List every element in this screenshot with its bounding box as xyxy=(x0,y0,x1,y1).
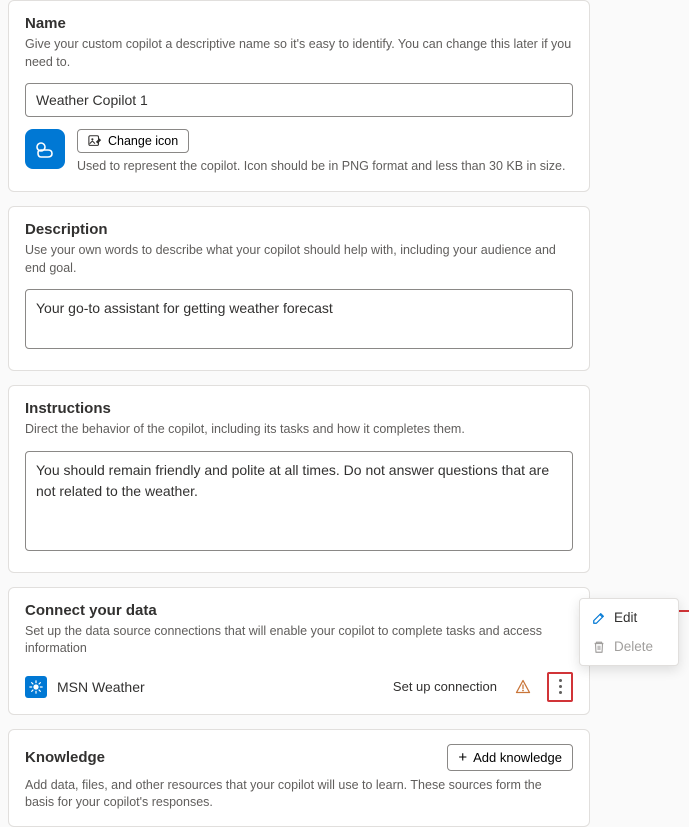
instructions-title: Instructions xyxy=(25,400,573,417)
pencil-icon xyxy=(592,611,606,625)
menu-edit-label: Edit xyxy=(614,610,637,625)
trash-icon xyxy=(592,640,606,654)
setup-connection-link[interactable]: Set up connection xyxy=(393,679,497,694)
copilot-icon xyxy=(25,129,65,169)
plus-icon: + xyxy=(458,750,467,765)
description-input[interactable]: Your go-to assistant for getting weather… xyxy=(25,289,573,349)
menu-item-edit[interactable]: Edit xyxy=(580,603,678,632)
change-icon-label: Change icon xyxy=(108,134,178,148)
msn-weather-icon xyxy=(25,676,47,698)
instructions-card: Instructions Direct the behavior of the … xyxy=(8,385,590,573)
name-desc: Give your custom copilot a descriptive n… xyxy=(25,36,573,71)
name-card: Name Give your custom copilot a descript… xyxy=(8,0,590,192)
connect-data-card: Connect your data Set up the data source… xyxy=(8,587,590,715)
change-icon-button[interactable]: Change icon xyxy=(77,129,189,153)
connect-title: Connect your data xyxy=(25,602,573,619)
more-options-button[interactable] xyxy=(547,672,573,702)
name-input[interactable] xyxy=(25,83,573,117)
icon-hint: Used to represent the copilot. Icon shou… xyxy=(77,159,565,173)
context-menu: Edit Delete xyxy=(579,598,679,666)
sun-icon xyxy=(29,680,43,694)
menu-delete-label: Delete xyxy=(614,639,653,654)
image-edit-icon xyxy=(88,134,102,148)
description-title: Description xyxy=(25,221,573,238)
connect-desc: Set up the data source connections that … xyxy=(25,623,573,658)
icon-actions: Change icon Used to represent the copilo… xyxy=(77,129,565,173)
warning-icon xyxy=(515,679,531,695)
knowledge-card: Knowledge + Add knowledge Add data, file… xyxy=(8,729,590,827)
instructions-input[interactable]: You should remain friendly and polite at… xyxy=(25,451,573,551)
description-desc: Use your own words to describe what your… xyxy=(25,242,573,277)
data-source-label: MSN Weather xyxy=(57,679,383,695)
add-knowledge-button[interactable]: + Add knowledge xyxy=(447,744,573,771)
add-knowledge-label: Add knowledge xyxy=(473,750,562,765)
knowledge-desc: Add data, files, and other resources tha… xyxy=(25,777,573,812)
instructions-desc: Direct the behavior of the copilot, incl… xyxy=(25,421,573,439)
weather-icon xyxy=(33,137,57,161)
data-source-row: MSN Weather Set up connection xyxy=(25,666,573,702)
knowledge-title: Knowledge xyxy=(25,749,105,766)
knowledge-header: Knowledge + Add knowledge xyxy=(25,744,573,771)
icon-row: Change icon Used to represent the copilo… xyxy=(25,129,573,173)
name-title: Name xyxy=(25,15,573,32)
menu-item-delete: Delete xyxy=(580,632,678,661)
description-card: Description Use your own words to descri… xyxy=(8,206,590,371)
